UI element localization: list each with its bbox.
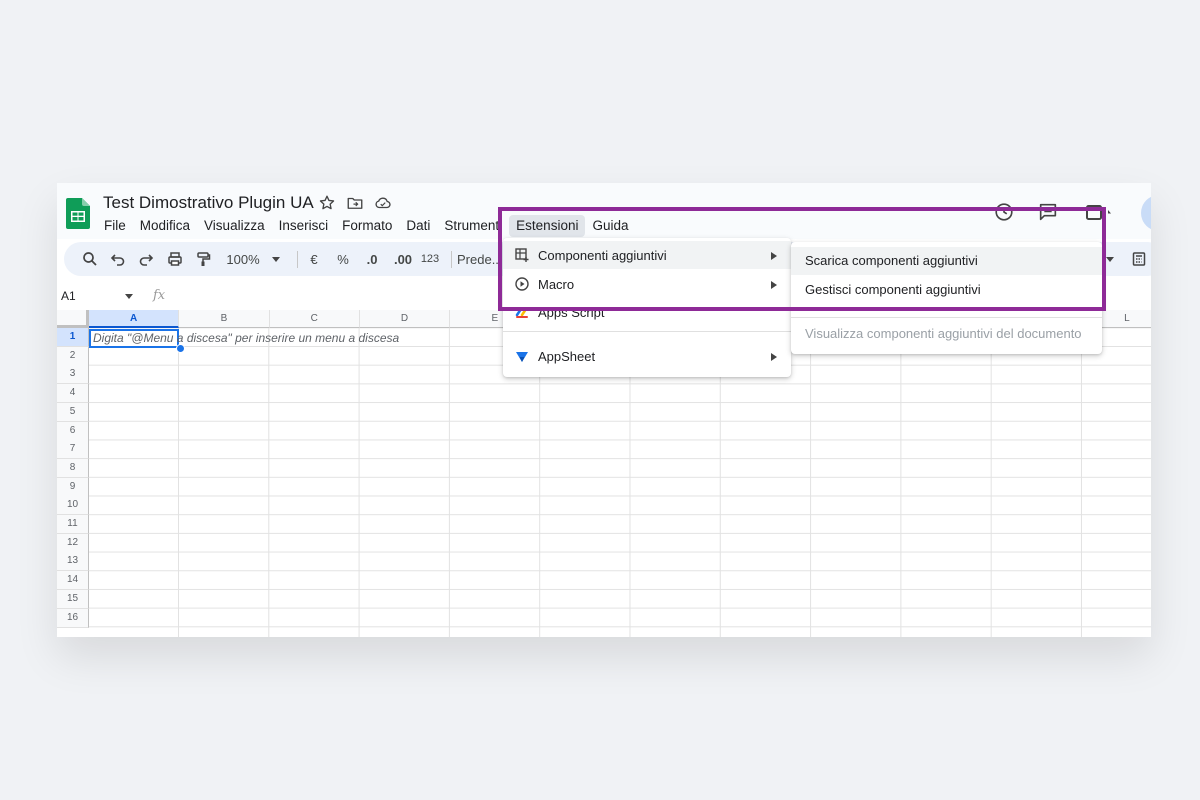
star-icon[interactable] [318, 194, 336, 212]
menu-item-visualizza-componenti-documento: Visualizza componenti aggiuntivi del doc… [805, 326, 1082, 341]
menu-divider [791, 317, 1102, 318]
column-header-b[interactable]: B [179, 310, 270, 328]
row-header-10[interactable]: 10 [57, 496, 89, 516]
cloud-saved-icon[interactable] [374, 194, 392, 212]
chevron-down-icon [1106, 256, 1114, 262]
number-format-button[interactable]: 123 [416, 242, 444, 276]
menu-item-gestisci-componenti[interactable]: Gestisci componenti aggiuntivi [791, 276, 1102, 304]
row-header-9[interactable]: 9 [57, 477, 89, 497]
paint-format-button[interactable] [191, 242, 215, 276]
menu-bar: File Modifica Visualizza Inserisci Forma… [97, 215, 636, 237]
menu-file[interactable]: File [97, 215, 133, 237]
redo-icon [139, 254, 154, 266]
menu-modifica[interactable]: Modifica [133, 215, 197, 237]
search-icon [83, 252, 97, 266]
extensions-menu: Componenti aggiuntivi Macro Apps Script … [503, 238, 791, 377]
name-box[interactable]: A1 [61, 289, 76, 303]
row-header-6[interactable]: 6 [57, 421, 89, 441]
paint-format-icon [197, 252, 211, 266]
menu-item-label: Componenti aggiuntivi [538, 247, 667, 263]
fill-handle[interactable] [176, 344, 185, 353]
submenu-arrow-icon [771, 353, 777, 361]
sheets-logo-icon[interactable] [66, 198, 90, 229]
row-header-13[interactable]: 13 [57, 552, 89, 572]
zoom-value: 100% [226, 251, 260, 267]
percent-format-button[interactable]: % [331, 242, 355, 276]
app-header: Test Dimostrativo Plugin UA File Modific… [57, 183, 1151, 239]
menu-inserisci[interactable]: Inserisci [272, 215, 336, 237]
print-button[interactable] [163, 242, 187, 276]
row-header-3[interactable]: 3 [57, 365, 89, 385]
row-header-5[interactable]: 5 [57, 402, 89, 422]
increase-decimals-button[interactable]: .00 [388, 242, 418, 276]
column-header-a[interactable]: A [89, 310, 180, 328]
print-icon [168, 252, 182, 266]
addons-submenu: Scarica componenti aggiuntivi Gestisci c… [791, 242, 1102, 354]
row-header-11[interactable]: 11 [57, 515, 89, 534]
chevron-down-icon[interactable] [125, 294, 133, 299]
toolbar-divider [451, 251, 452, 268]
row-header-14[interactable]: 14 [57, 571, 89, 591]
row-header-15[interactable]: 15 [57, 589, 89, 609]
menu-visualizza[interactable]: Visualizza [197, 215, 272, 237]
toolbar-divider [297, 251, 298, 268]
search-menus-button[interactable] [78, 242, 102, 276]
row-header-2[interactable]: 2 [57, 346, 89, 366]
column-header-c[interactable]: C [269, 310, 360, 328]
toolbar-chevron-down-icon[interactable] [1103, 242, 1117, 276]
menu-item-macro[interactable]: Macro [503, 270, 791, 298]
currency-format-button[interactable]: € [302, 242, 326, 276]
row-header-1[interactable]: 1 [57, 328, 89, 347]
submenu-arrow-icon [771, 281, 777, 289]
apps-script-icon [515, 307, 528, 318]
menu-estensioni[interactable]: Estensioni [509, 215, 586, 237]
font-select[interactable]: Prede... [457, 242, 507, 276]
row-header-16[interactable]: 16 [57, 608, 89, 628]
user-avatar[interactable] [1141, 195, 1151, 231]
row-header-8[interactable]: 8 [57, 458, 89, 478]
row-header-4[interactable]: 4 [57, 384, 89, 404]
column-header-d[interactable]: D [359, 310, 451, 328]
version-history-icon[interactable] [993, 201, 1015, 223]
menu-item-label: AppSheet [538, 348, 596, 364]
undo-button[interactable] [106, 242, 130, 276]
fx-icon: fx [153, 288, 166, 303]
addon-icon [515, 248, 529, 262]
menu-strumenti[interactable]: Strumenti [437, 215, 509, 237]
chevron-down-icon [271, 256, 280, 262]
menu-item-label: Macro [538, 276, 575, 292]
move-folder-icon[interactable] [346, 194, 364, 212]
menu-item-componenti-aggiuntivi[interactable]: Componenti aggiuntivi [503, 241, 791, 269]
select-all-corner[interactable] [57, 310, 89, 328]
redo-button[interactable] [134, 242, 158, 276]
menu-guida[interactable]: Guida [585, 215, 635, 237]
menu-dati[interactable]: Dati [399, 215, 437, 237]
dropdown-hint: Digita "@Menu a discesa" per inserire un… [93, 331, 400, 345]
menu-formato[interactable]: Formato [335, 215, 399, 237]
menu-divider [503, 331, 791, 332]
calculator-icon [1132, 252, 1146, 266]
row-header-12[interactable]: 12 [57, 533, 89, 553]
menu-item-appsheet[interactable]: AppSheet [503, 342, 791, 370]
play-circle-icon [515, 277, 529, 291]
meet-present-icon[interactable] [1084, 201, 1114, 223]
comments-icon[interactable] [1037, 201, 1059, 223]
appsheet-icon [516, 352, 528, 362]
zoom-select[interactable]: 100% [222, 242, 284, 276]
undo-icon [110, 254, 125, 266]
decrease-decimals-button[interactable]: .0 [358, 242, 386, 276]
functions-button[interactable] [1127, 242, 1151, 276]
document-title[interactable]: Test Dimostrativo Plugin UA [103, 193, 314, 213]
menu-item-scarica-componenti[interactable]: Scarica componenti aggiuntivi [791, 247, 1102, 275]
menu-item-label: Apps Script [538, 304, 605, 320]
submenu-arrow-icon [771, 252, 777, 260]
menu-item-apps-script[interactable]: Apps Script [503, 298, 791, 326]
row-header-7[interactable]: 7 [57, 440, 89, 460]
